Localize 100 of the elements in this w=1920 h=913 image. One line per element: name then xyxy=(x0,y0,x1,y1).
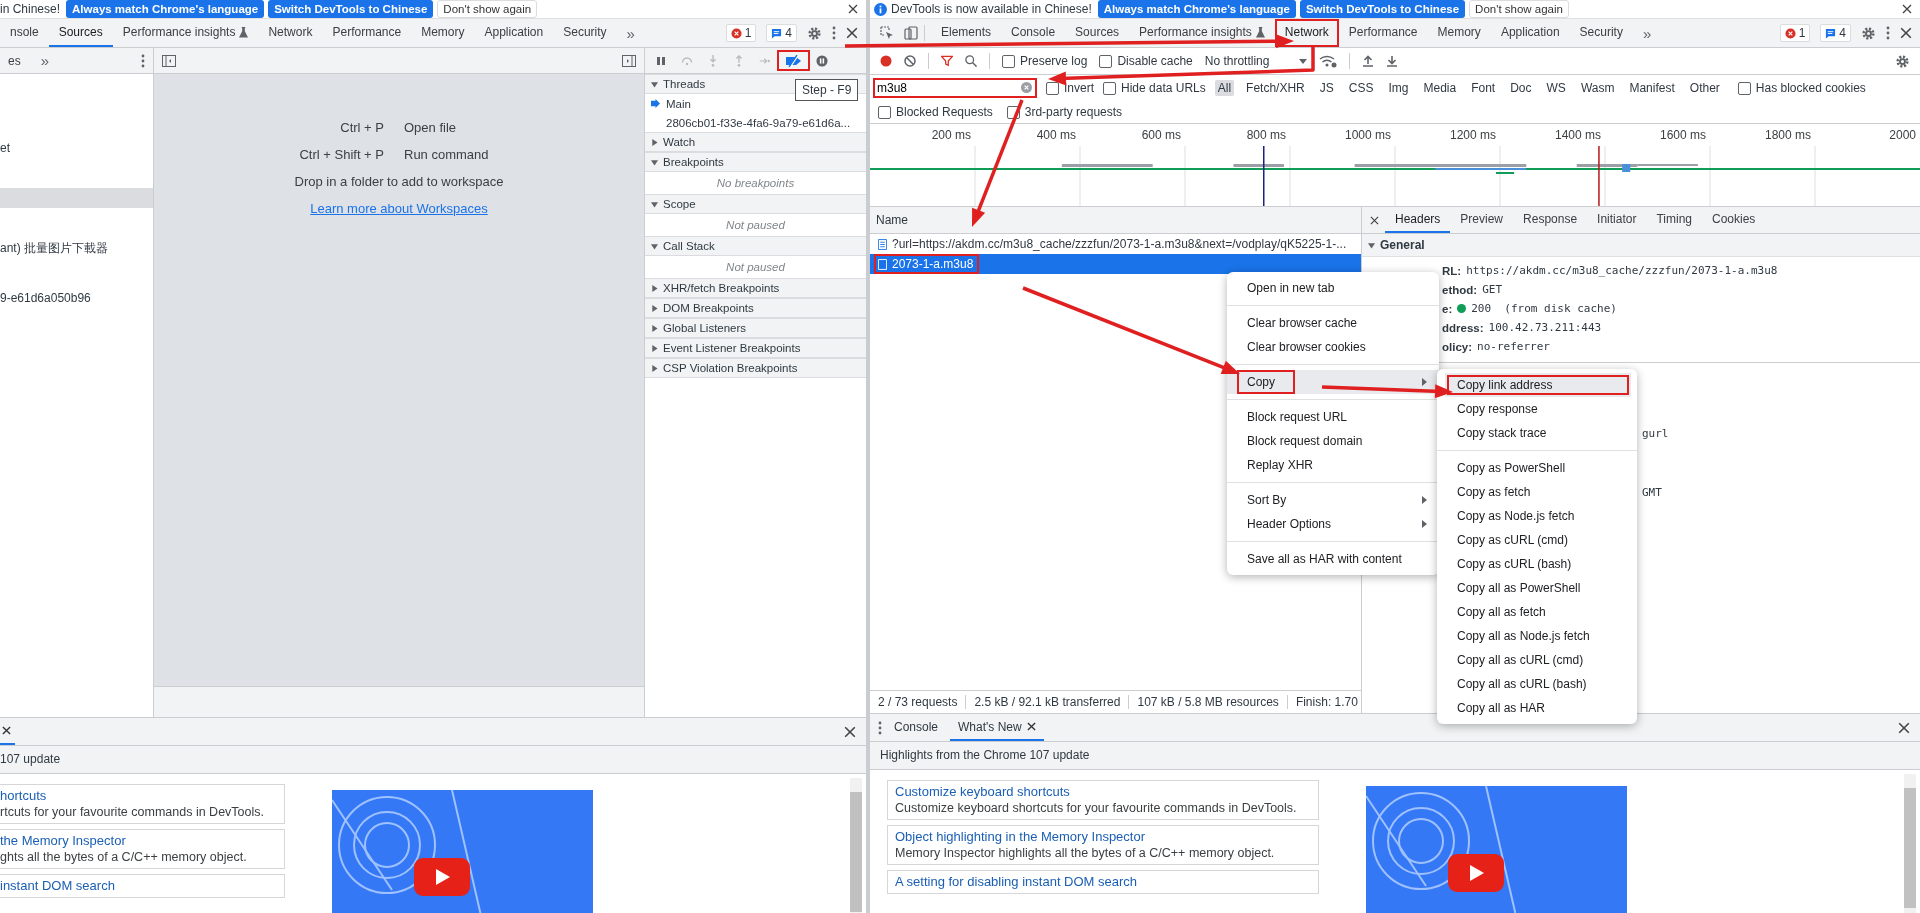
more-options-icon[interactable] xyxy=(832,26,836,40)
close-icon[interactable] xyxy=(1900,27,1912,39)
file-tree-item[interactable]: 9-e61d6a050b96 xyxy=(0,288,153,308)
drawer-tab[interactable]: Console xyxy=(886,714,947,741)
type-filter-button[interactable]: Manifest xyxy=(1626,80,1678,96)
feature-card[interactable]: instant DOM search xyxy=(0,874,285,898)
section-header[interactable]: Global Listeners xyxy=(645,318,866,338)
section-header[interactable]: Breakpoints xyxy=(645,152,866,172)
type-filter-button[interactable]: Doc xyxy=(1507,80,1535,96)
checkbox[interactable]: 3rd-party requests xyxy=(1006,105,1123,119)
menu-item[interactable]: Copy all as HAR xyxy=(1437,696,1637,720)
filter-icon[interactable] xyxy=(941,55,953,67)
close-icon[interactable] xyxy=(1026,722,1036,731)
request-name[interactable]: 2073-1-a.m3u8 xyxy=(876,256,978,272)
pause-on-exceptions-icon[interactable] xyxy=(816,54,828,67)
error-badge[interactable]: 1 xyxy=(725,24,757,42)
close-icon[interactable] xyxy=(1902,4,1912,14)
type-filter-button[interactable]: JS xyxy=(1316,80,1337,96)
checkbox[interactable]: Preserve log xyxy=(1002,54,1088,68)
menu-item[interactable]: Copy link address xyxy=(1445,373,1631,397)
scrollbar[interactable] xyxy=(850,778,862,913)
settings-icon[interactable] xyxy=(807,25,822,41)
details-tab[interactable]: Response xyxy=(1513,207,1588,233)
panel-tab[interactable]: Sources xyxy=(1065,19,1130,47)
section-header[interactable]: Call Stack xyxy=(645,236,866,256)
type-filter-button[interactable]: CSS xyxy=(1345,80,1377,96)
message-badge[interactable]: 4 xyxy=(1820,24,1851,42)
message-badge[interactable]: 4 xyxy=(766,24,797,42)
panel-tab[interactable]: Elements xyxy=(931,19,1002,47)
details-tab[interactable]: Cookies xyxy=(1702,207,1766,233)
panel-tab[interactable]: Security xyxy=(553,19,617,47)
panel-tab[interactable]: Application xyxy=(1490,19,1570,47)
thread-item[interactable]: 2806cb01-f33e-4fa6-9a79-e61d6a... xyxy=(645,113,866,132)
feature-card[interactable]: the Memory Inspector ghts all the bytes of a C/C++ memory object. xyxy=(0,829,285,869)
more-options-icon[interactable] xyxy=(1886,26,1890,40)
type-filter-button[interactable]: Fetch/XHR xyxy=(1243,80,1308,96)
panel-tab[interactable]: Network xyxy=(258,19,323,47)
section-header[interactable]: General xyxy=(1362,234,1920,257)
feature-card[interactable]: A setting for disabling instant DOM search xyxy=(887,870,1319,894)
record-icon[interactable] xyxy=(880,55,892,67)
play-icon[interactable] xyxy=(1448,854,1504,892)
request-row[interactable]: ?url=https://akdm.cc/m3u8_cache/zzzfun/2073-1-a.m3u8&next=/vodplay/qK5225-1-... xyxy=(870,234,1361,254)
type-filter-button[interactable]: All xyxy=(1214,80,1235,96)
menu-item[interactable]: Clear browser cache xyxy=(1227,311,1439,335)
menu-item[interactable]: Sort By xyxy=(1227,488,1439,512)
feature-link[interactable]: Object highlighting in the Memory Inspector xyxy=(895,829,1311,844)
feature-card[interactable]: Customize keyboard shortcuts Customize keyboard shortcuts for your favourite commands in DevTools. xyxy=(887,780,1319,820)
download-icon[interactable] xyxy=(1386,55,1399,67)
workspaces-link[interactable]: Learn more about Workspaces xyxy=(310,201,488,216)
file-tree-item[interactable]: et xyxy=(0,138,153,158)
section-header[interactable]: CSP Violation Breakpoints xyxy=(645,358,866,378)
request-name[interactable]: ?url=https://akdm.cc/m3u8_cache/zzzfun/2073-1-a.m3u8&next=/vodplay/qK5225-1-... xyxy=(876,236,1351,252)
play-icon[interactable] xyxy=(414,858,470,896)
settings-icon[interactable] xyxy=(1861,25,1876,41)
panel-tab[interactable]: Console xyxy=(1001,19,1066,47)
scrollbar[interactable] xyxy=(1904,774,1916,913)
infobar-button[interactable]: Switch DevTools to Chinese xyxy=(1299,0,1466,18)
menu-item[interactable]: Copy xyxy=(1227,370,1439,394)
close-icon[interactable] xyxy=(844,725,856,738)
infobar-button[interactable]: Always match Chrome's language xyxy=(66,0,265,18)
menu-item[interactable]: Copy all as fetch xyxy=(1437,600,1637,624)
clear-icon[interactable] xyxy=(1021,82,1032,93)
panel-tab[interactable]: Performance xyxy=(1338,19,1428,47)
settings-icon[interactable] xyxy=(1895,53,1910,69)
close-icon[interactable] xyxy=(1370,215,1379,225)
feature-link[interactable]: A setting for disabling instant DOM search xyxy=(895,874,1311,889)
throttling-dropdown[interactable]: No throttling xyxy=(1204,54,1308,68)
feature-link[interactable]: hortcuts xyxy=(0,788,277,803)
menu-item[interactable]: Copy all as cURL (bash) xyxy=(1437,672,1637,696)
inspect-element-icon[interactable] xyxy=(880,26,894,40)
menu-item[interactable]: Copy all as PowerShell xyxy=(1437,576,1637,600)
panel-tab[interactable]: Memory xyxy=(1427,19,1491,47)
close-icon[interactable] xyxy=(1898,721,1910,734)
pause-icon[interactable] xyxy=(655,54,667,67)
request-row[interactable]: 2073-1-a.m3u8 xyxy=(870,254,1361,274)
upload-icon[interactable] xyxy=(1362,55,1375,67)
infobar-button[interactable]: Switch DevTools to Chinese xyxy=(268,0,434,18)
menu-item[interactable]: Copy all as cURL (cmd) xyxy=(1437,648,1637,672)
menu-item[interactable]: Block request URL xyxy=(1227,405,1439,429)
deactivate-breakpoints-button[interactable] xyxy=(777,50,810,71)
menu-item[interactable]: Block request domain xyxy=(1227,429,1439,453)
section-header[interactable]: Event Listener Breakpoints xyxy=(645,338,866,358)
menu-item[interactable]: Save all as HAR with content xyxy=(1227,547,1439,571)
menu-item[interactable]: Clear browser cookies xyxy=(1227,335,1439,359)
navigator-tab[interactable]: es xyxy=(8,53,21,68)
menu-item[interactable]: Copy response xyxy=(1437,397,1637,421)
panel-tab[interactable]: nsole xyxy=(0,19,49,47)
checkbox[interactable]: Has blocked cookies xyxy=(1737,81,1866,95)
type-filter-button[interactable]: Other xyxy=(1686,80,1723,96)
menu-item[interactable]: Copy as PowerShell xyxy=(1437,456,1637,480)
type-filter-button[interactable]: Wasm xyxy=(1577,80,1618,96)
menu-item[interactable]: Replay XHR xyxy=(1227,453,1439,477)
details-tab[interactable]: Initiator xyxy=(1587,207,1647,233)
details-tab[interactable]: Timing xyxy=(1646,207,1702,233)
menu-item[interactable]: Copy as cURL (bash) xyxy=(1437,552,1637,576)
panel-tab[interactable]: Performance xyxy=(322,19,412,47)
filter-field[interactable]: m3u8 xyxy=(873,78,1037,98)
feature-link[interactable]: instant DOM search xyxy=(0,878,277,893)
search-icon[interactable] xyxy=(965,55,977,67)
panel-tab[interactable]: Performance insights xyxy=(1129,19,1275,47)
